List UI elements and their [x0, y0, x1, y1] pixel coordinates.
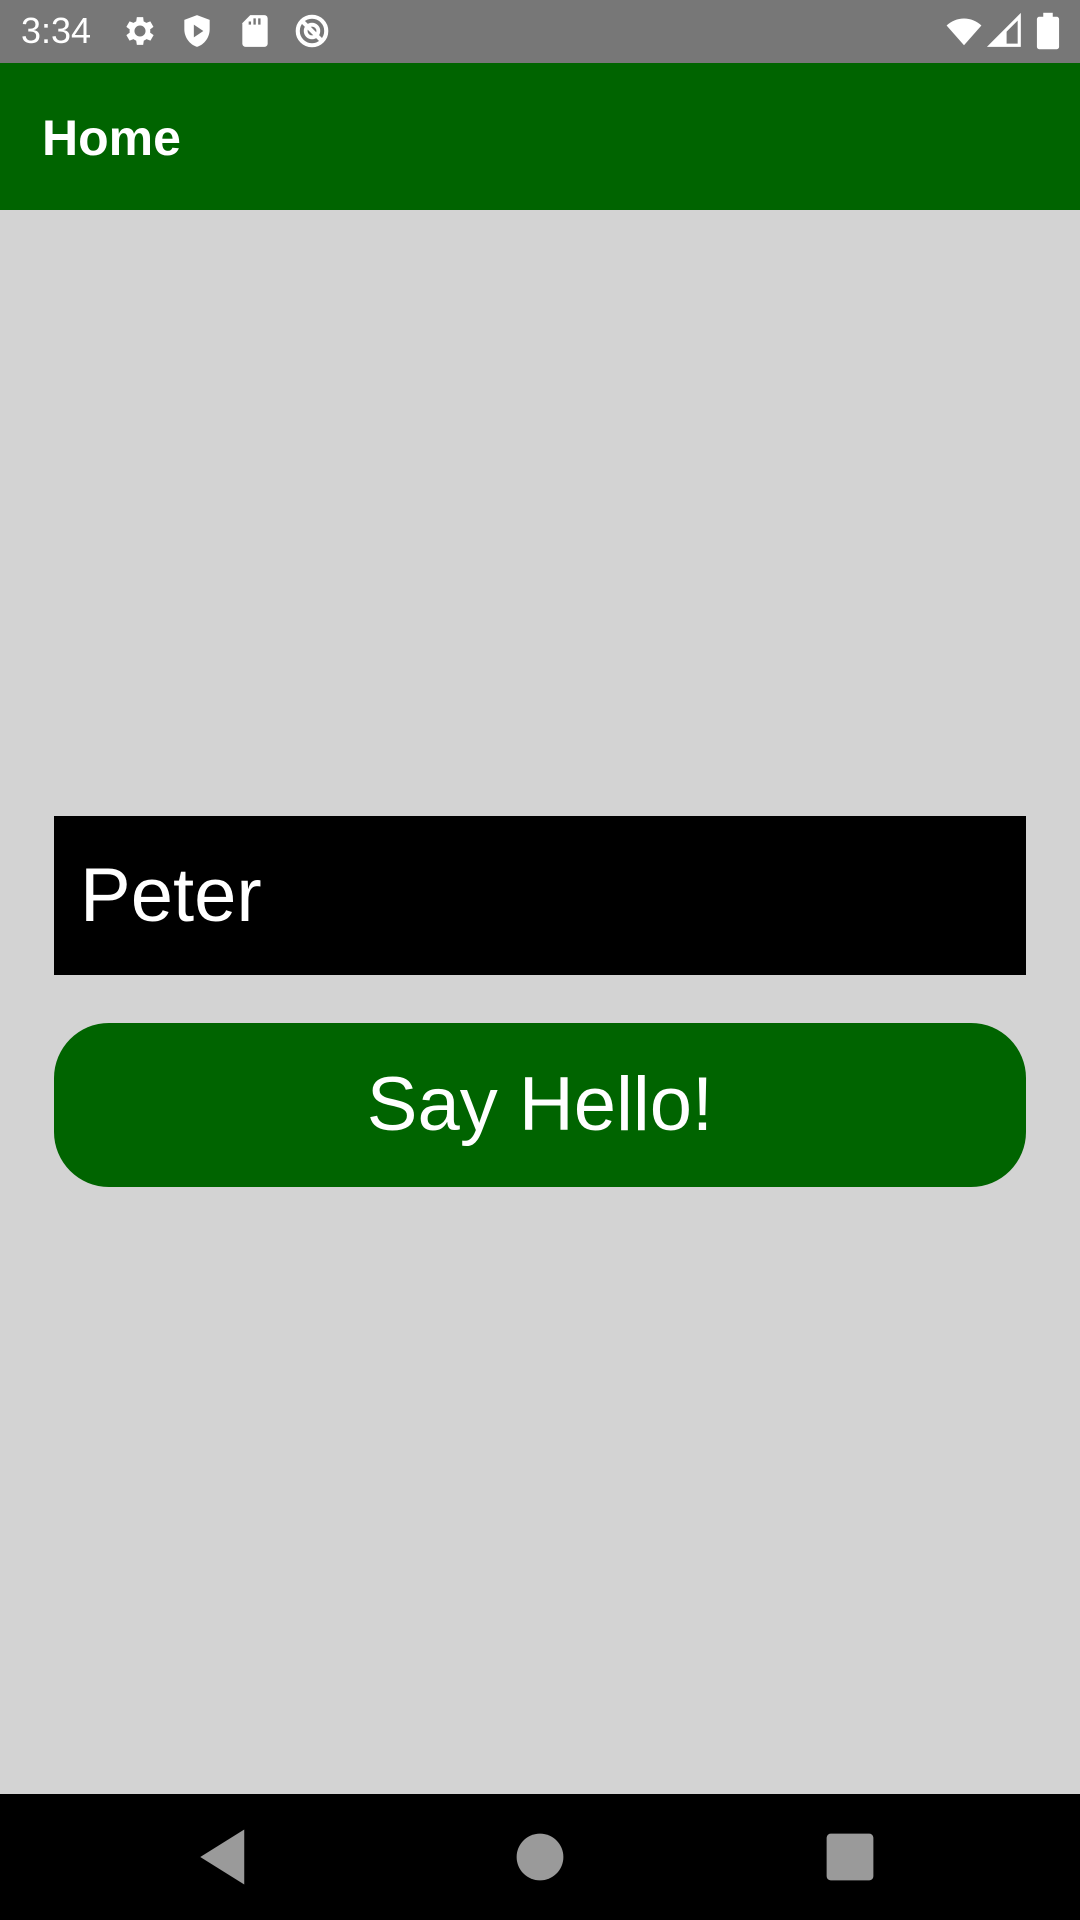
recents-icon[interactable] [817, 1824, 883, 1890]
cell-signal-icon [986, 12, 1024, 50]
battery-icon [1032, 12, 1064, 50]
app-bar: Home [0, 63, 1080, 210]
no-disturb-icon [293, 12, 331, 50]
page-title: Home [42, 110, 181, 166]
name-input[interactable] [54, 816, 1026, 975]
gear-icon [121, 12, 159, 50]
wifi-icon [942, 12, 986, 50]
sd-card-icon [236, 12, 274, 50]
shield-play-icon [178, 12, 216, 50]
app-screen: 3:34 Home Say Hello! [0, 0, 1080, 1920]
say-hello-button[interactable]: Say Hello! [54, 1023, 1026, 1187]
nav-bar [0, 1794, 1080, 1920]
status-bar: 3:34 [0, 0, 1080, 63]
back-icon[interactable] [192, 1824, 258, 1890]
home-icon[interactable] [507, 1824, 573, 1890]
status-time: 3:34 [21, 10, 92, 51]
